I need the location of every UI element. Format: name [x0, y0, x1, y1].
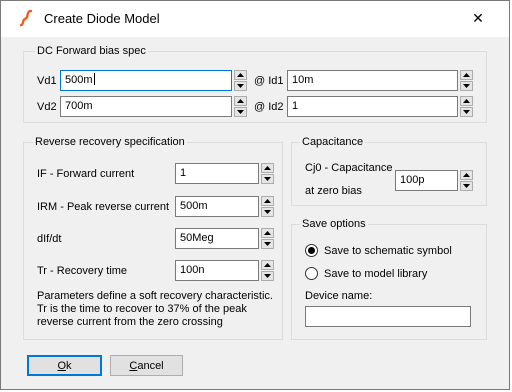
close-icon: ✕ — [472, 9, 484, 26]
id1-spinner[interactable] — [460, 70, 473, 91]
window-title: Create Diode Model — [44, 11, 160, 26]
spin-down-icon[interactable] — [261, 207, 274, 217]
cancel-mnemonic: C — [129, 359, 138, 372]
ok-mnemonic: O — [57, 359, 67, 372]
id1-label: @ Id1 — [254, 75, 284, 87]
device-name-label: Device name: — [305, 290, 373, 302]
save-options-group-label: Save options — [300, 218, 368, 230]
cancel-button[interactable]: Cancel — [110, 355, 183, 376]
if-spinner[interactable] — [261, 163, 274, 184]
save-schematic-label[interactable]: Save to schematic symbol — [324, 245, 452, 257]
spin-down-icon[interactable] — [460, 107, 473, 117]
vd1-value: 500m — [65, 74, 93, 86]
spin-up-icon[interactable] — [261, 228, 274, 238]
spin-up-icon[interactable] — [261, 196, 274, 206]
dif-input[interactable]: 50Meg — [175, 228, 259, 249]
cj0-input[interactable]: 100p — [395, 170, 458, 191]
id2-spinner[interactable] — [460, 96, 473, 117]
spin-down-icon[interactable] — [261, 239, 274, 249]
spin-down-icon[interactable] — [234, 107, 247, 117]
if-input[interactable]: 1 — [175, 163, 259, 184]
tr-input[interactable]: 100n — [175, 260, 259, 281]
spin-down-icon[interactable] — [261, 271, 274, 281]
vd2-spinner[interactable] — [234, 96, 247, 117]
ok-button[interactable]: Ok — [27, 355, 102, 376]
close-button[interactable]: ✕ — [462, 4, 494, 32]
cancel-label-rest: ancel — [137, 359, 164, 372]
vd2-label: Vd2 — [37, 101, 57, 113]
irm-input[interactable]: 500m — [175, 196, 259, 217]
tr-label: Tr - Recovery time — [37, 265, 128, 277]
device-name-input[interactable] — [305, 306, 471, 327]
save-library-radio[interactable] — [305, 267, 318, 280]
spin-down-icon[interactable] — [460, 81, 473, 91]
vd1-label: Vd1 — [37, 75, 57, 87]
spin-up-icon[interactable] — [460, 96, 473, 106]
ok-label-rest: k — [66, 359, 72, 372]
id1-input[interactable]: 10m — [287, 70, 458, 91]
irm-label: IRM - Peak reverse current — [37, 201, 170, 213]
cj0-label-line2: at zero bias — [305, 185, 362, 197]
radio-selected-dot — [308, 247, 315, 254]
cj0-label: Cj0 - Capacitance — [305, 162, 393, 174]
spin-up-icon[interactable] — [234, 96, 247, 106]
vd1-input[interactable]: 500m — [60, 70, 232, 91]
id2-label: @ Id2 — [254, 101, 284, 113]
vd2-input[interactable]: 700m — [60, 96, 232, 117]
if-label: IF - Forward current — [37, 168, 135, 180]
recovery-note: Parameters define a soft recovery charac… — [37, 290, 273, 328]
spin-up-icon[interactable] — [460, 70, 473, 80]
cj0-spinner[interactable] — [460, 170, 473, 191]
irm-spinner[interactable] — [261, 196, 274, 217]
spin-up-icon[interactable] — [460, 170, 473, 180]
vd1-spinner[interactable] — [234, 70, 247, 91]
save-library-label[interactable]: Save to model library — [324, 268, 427, 280]
id2-input[interactable]: 1 — [287, 96, 458, 117]
spin-up-icon[interactable] — [234, 70, 247, 80]
spice-model-icon — [19, 9, 34, 27]
dif-spinner[interactable] — [261, 228, 274, 249]
reverse-recovery-group-label: Reverse recovery specification — [33, 136, 187, 148]
forward-bias-group-label: DC Forward bias spec — [35, 45, 148, 57]
spin-up-icon[interactable] — [261, 260, 274, 270]
save-schematic-radio[interactable] — [305, 244, 318, 257]
capacitance-group-label: Capacitance — [300, 136, 366, 148]
spin-down-icon[interactable] — [261, 174, 274, 184]
spin-down-icon[interactable] — [460, 181, 473, 191]
spin-up-icon[interactable] — [261, 163, 274, 173]
tr-spinner[interactable] — [261, 260, 274, 281]
text-caret — [93, 73, 95, 85]
dif-label: dIf/dt — [37, 233, 62, 245]
spin-down-icon[interactable] — [234, 81, 247, 91]
